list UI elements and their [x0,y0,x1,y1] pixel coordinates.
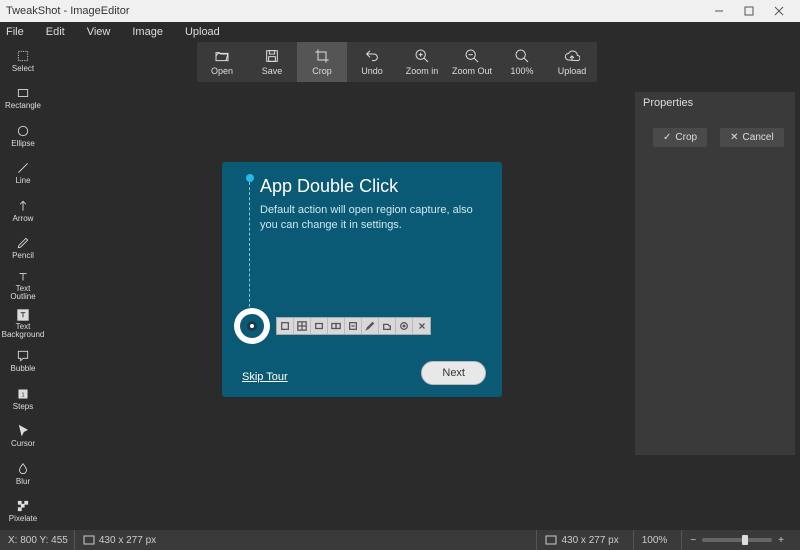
pencil-icon [16,236,30,250]
arrow-tool[interactable]: Arrow [0,192,46,230]
tour-popup: App Double Click Default action will ope… [222,162,502,397]
save-button[interactable]: Save [247,42,297,82]
text-bg-icon [16,308,30,322]
menu-edit[interactable]: Edit [46,26,65,38]
status-coords: X: 800 Y: 455 [8,535,68,546]
pixelate-tool[interactable]: Pixelate [0,492,46,530]
text-outline-tool[interactable]: Text Outline [0,267,46,305]
bubble-tool[interactable]: Bubble [0,342,46,380]
rectangle-icon [16,86,30,100]
zoom-out-icon [464,48,480,64]
maximize-button[interactable] [734,0,764,22]
arrow-icon [16,199,30,213]
steps-icon: 1 [16,387,30,401]
mini-toolbar-preview [276,317,431,335]
open-button[interactable]: Open [197,42,247,82]
crop-icon [314,48,330,64]
zoom-slider-thumb[interactable] [742,535,748,545]
zoom-minus-icon[interactable]: − [690,535,696,546]
cursor-tool[interactable]: Cursor [0,417,46,455]
x-icon: ✕ [730,132,738,143]
zoom-icon [514,48,530,64]
svg-text:1: 1 [21,392,24,398]
select-icon [16,49,30,63]
app-title: TweakShot - ImageEditor [6,5,130,17]
status-bar: X: 800 Y: 455 430 x 277 px 430 x 277 px … [0,530,800,550]
zoom-slider[interactable] [702,538,772,542]
save-icon [264,48,280,64]
properties-title: Properties [635,92,795,114]
tour-body: Default action will open region capture,… [260,203,486,234]
line-tool[interactable]: Line [0,155,46,193]
menu-upload[interactable]: Upload [185,26,220,38]
crop-button[interactable]: Crop [297,42,347,82]
skip-tour-link[interactable]: Skip Tour [242,371,288,383]
tool-sidebar: Select Rectangle Ellipse Line Arrow Penc… [0,42,46,530]
steps-tool[interactable]: 1Steps [0,380,46,418]
close-button[interactable] [764,0,794,22]
undo-icon [364,48,380,64]
bubble-icon [16,349,30,363]
cloud-upload-icon [564,48,580,64]
text-outline-icon [16,270,30,284]
menu-view[interactable]: View [87,26,111,38]
tour-highlight-ring [234,308,270,344]
rectangle-tool[interactable]: Rectangle [0,80,46,118]
zoom-plus-icon[interactable]: + [778,535,784,546]
title-bar: TweakShot - ImageEditor [0,0,800,22]
menu-file[interactable]: File [6,26,24,38]
menu-image[interactable]: Image [132,26,163,38]
status-zoom: 100% [642,535,668,546]
minimize-button[interactable] [704,0,734,22]
ellipse-icon [16,124,30,138]
undo-button[interactable]: Undo [347,42,397,82]
check-icon: ✓ [663,132,671,143]
next-button[interactable]: Next [421,361,486,385]
main-toolbar: Open Save Crop Undo Zoom in Zoom Out 100… [197,42,597,82]
select-tool[interactable]: Select [0,42,46,80]
crop-cancel-button[interactable]: ✕Cancel [720,128,784,147]
properties-panel: Properties ✓Crop ✕Cancel [635,92,795,455]
tour-title: App Double Click [260,176,486,197]
dimension-icon [83,535,95,545]
status-dim1: 430 x 277 px [99,535,156,546]
menu-bar: File Edit View Image Upload [0,22,800,42]
tour-connector-line [249,182,250,312]
blur-icon [16,462,30,476]
pencil-tool[interactable]: Pencil [0,230,46,268]
cursor-icon [16,424,30,438]
zoom-100-button[interactable]: 100% [497,42,547,82]
tour-indicator-dot [246,174,254,182]
zoom-in-icon [414,48,430,64]
dimension-icon [545,535,557,545]
ellipse-tool[interactable]: Ellipse [0,117,46,155]
crop-apply-button[interactable]: ✓Crop [653,128,707,147]
line-icon [16,161,30,175]
zoom-in-button[interactable]: Zoom in [397,42,447,82]
zoom-out-button[interactable]: Zoom Out [447,42,497,82]
folder-open-icon [214,48,230,64]
blur-tool[interactable]: Blur [0,455,46,493]
text-background-tool[interactable]: Text Background [0,305,46,343]
status-dim2: 430 x 277 px [561,535,618,546]
upload-button[interactable]: Upload [547,42,597,82]
pixelate-icon [16,499,30,513]
